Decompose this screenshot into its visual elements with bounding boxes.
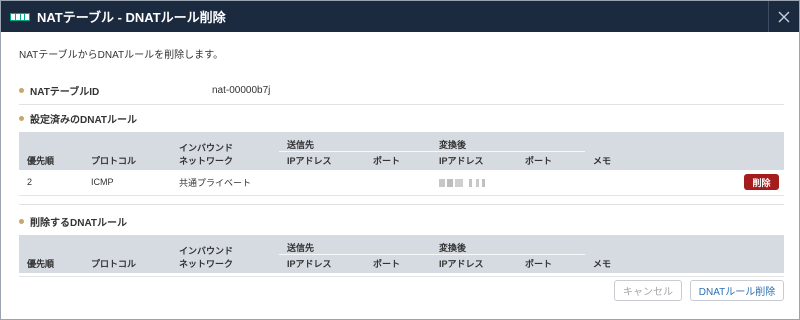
col-priority: 優先順 [19, 254, 83, 273]
col-trans-ip: IPアドレス [431, 151, 517, 170]
col-inbound: インバウンド ネットワーク [171, 235, 279, 273]
cell-trans-port [517, 169, 585, 196]
col-priority: 優先順 [19, 151, 83, 170]
dialog-body: NATテーブルからDNATルールを削除します。 NATテーブルID nat-00… [1, 46, 799, 277]
intro-text: NATテーブルからDNATルールを削除します。 [19, 50, 224, 61]
title-bar: NATテーブル - DNATルール削除 [1, 1, 799, 32]
col-group-trans: 変換後 [431, 235, 585, 255]
close-button[interactable] [768, 1, 799, 32]
bullet-icon [19, 115, 24, 121]
existing-rules-title: 設定済みのDNATルール [30, 114, 138, 126]
col-dest-port: ポート [365, 254, 431, 273]
redacted-ip [439, 178, 485, 187]
col-group-trans: 変換後 [431, 132, 585, 152]
cell-memo [585, 169, 736, 196]
nat-table-id-label: NATテーブルID [30, 86, 100, 98]
delete-rules-table: インバウンド ネットワーク 送信先 変換後 優先順 プロトコル IPアドレス ポー… [19, 235, 784, 277]
divider [19, 204, 784, 205]
col-memo: メモ [585, 254, 736, 273]
close-icon [778, 11, 790, 22]
dialog-footer: キャンセル DNATルール削除 [614, 280, 784, 301]
bullet-icon [19, 87, 24, 93]
col-group-dest: 送信先 [279, 235, 431, 255]
col-dest-ip: IPアドレス [279, 254, 365, 273]
cell-dest-ip [279, 169, 365, 196]
app-logo-icon [10, 12, 30, 21]
delete-rule-button[interactable]: 削除 [744, 174, 779, 191]
delete-dnat-rule-button[interactable]: DNATルール削除 [690, 280, 784, 301]
col-group-dest: 送信先 [279, 132, 431, 152]
delete-rules-title: 削除するDNATルール [30, 217, 128, 229]
empty-row [19, 272, 784, 277]
bullet-icon [19, 218, 24, 224]
existing-rules-table: インバウンド ネットワーク 送信先 変換後 優先順 プロトコル IPアドレス ポー… [19, 132, 784, 196]
col-trans-port: ポート [517, 151, 585, 170]
col-dest-ip: IPアドレス [279, 151, 365, 170]
table-row: 2 ICMP 共通プライベート 削除 [19, 169, 784, 196]
cell-inbound: 共通プライベート [171, 169, 279, 196]
cell-protocol: ICMP [83, 169, 171, 196]
cell-trans-ip [431, 169, 517, 196]
dnat-delete-dialog: NATテーブル - DNATルール削除 NATテーブルからDNATルールを削除し… [0, 0, 800, 320]
col-memo: メモ [585, 151, 736, 170]
col-dest-port: ポート [365, 151, 431, 170]
col-protocol: プロトコル [83, 151, 171, 170]
dialog-title: NATテーブル - DNATルール削除 [37, 10, 226, 25]
col-trans-port: ポート [517, 254, 585, 273]
col-inbound: インバウンド ネットワーク [171, 132, 279, 170]
cell-dest-port [365, 169, 431, 196]
cancel-button[interactable]: キャンセル [614, 280, 682, 301]
existing-rules-heading: 設定済みのDNATルール [19, 111, 784, 126]
col-protocol: プロトコル [83, 254, 171, 273]
delete-rules-heading: 削除するDNATルール [19, 214, 784, 229]
divider [19, 104, 784, 105]
nat-table-id-row: NATテーブルID nat-00000b7j [19, 82, 784, 98]
cell-priority: 2 [19, 169, 83, 196]
nat-table-id-value: nat-00000b7j [212, 84, 271, 96]
col-trans-ip: IPアドレス [431, 254, 517, 273]
